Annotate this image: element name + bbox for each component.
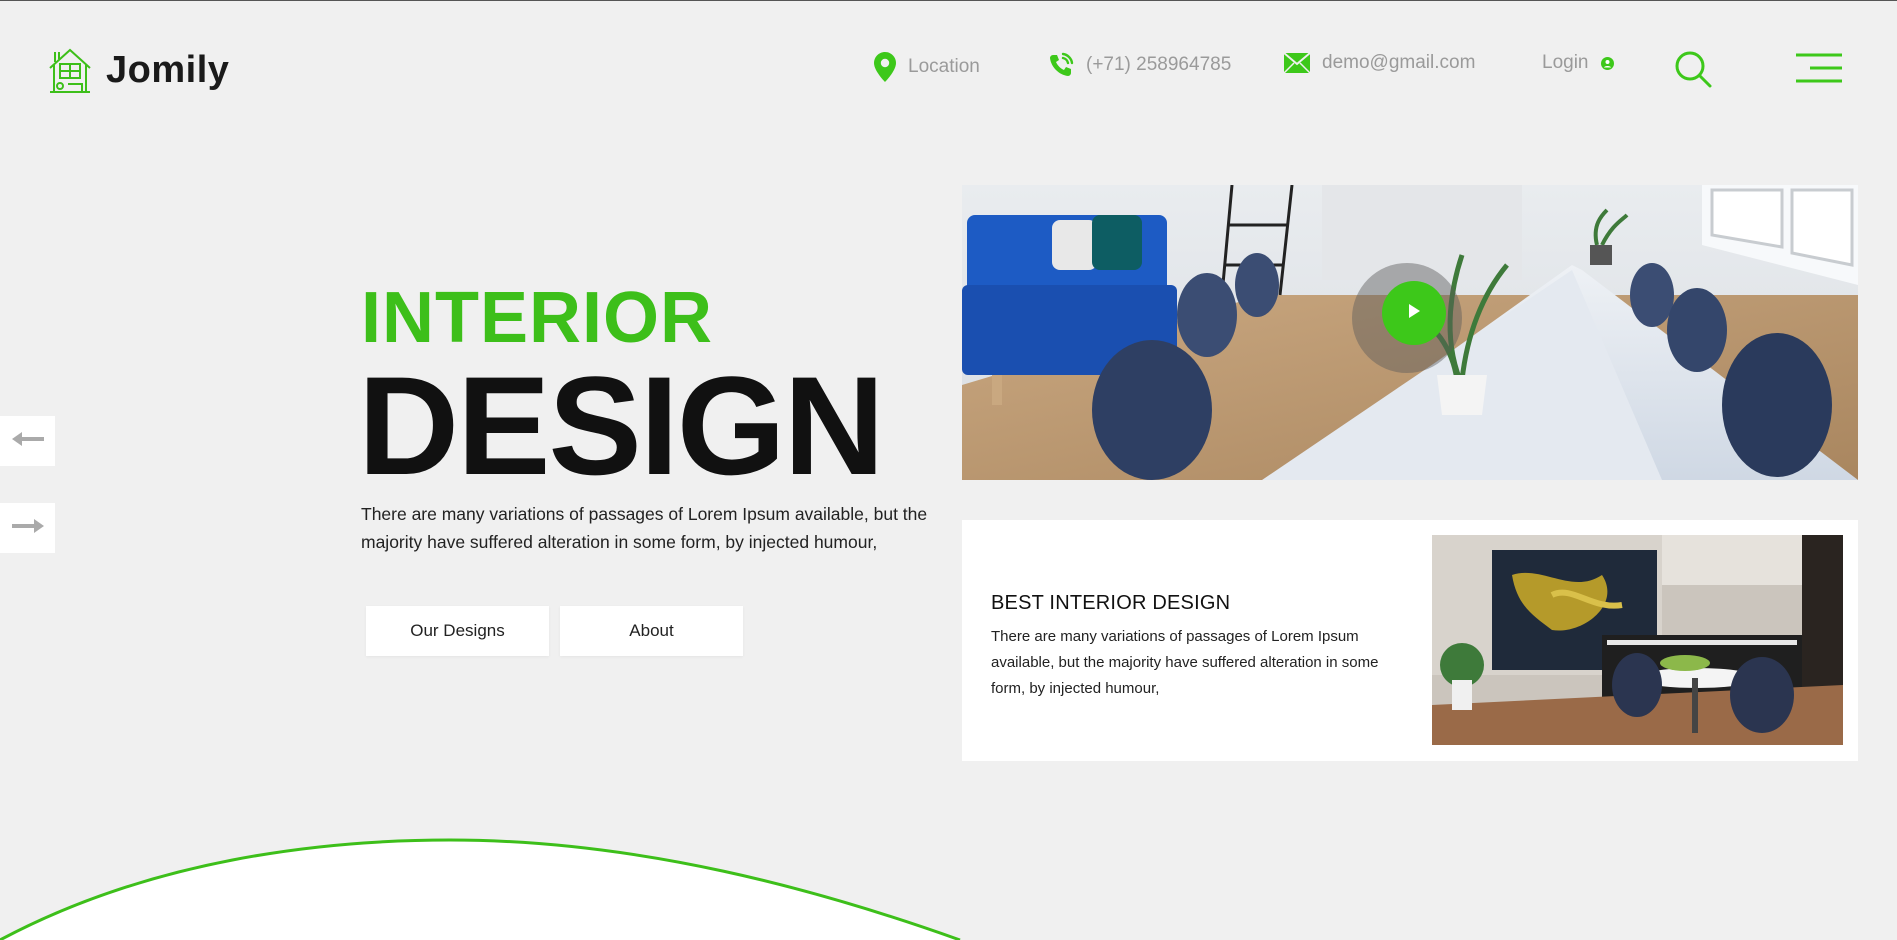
phone-label: (+71) 258964785 bbox=[1086, 54, 1232, 75]
hero-title-small: INTERIOR bbox=[361, 278, 714, 358]
prev-slide-button[interactable] bbox=[0, 416, 55, 466]
phone-link[interactable]: (+71) 258964785 bbox=[1048, 52, 1231, 78]
hero-description: There are many variations of passages of… bbox=[361, 504, 928, 552]
location-link[interactable]: Location bbox=[874, 52, 980, 82]
play-video-button[interactable] bbox=[1382, 281, 1446, 345]
next-slide-button[interactable] bbox=[0, 503, 55, 553]
search-icon bbox=[1674, 51, 1712, 92]
phone-icon bbox=[1048, 52, 1074, 78]
login-link[interactable]: Login bbox=[1542, 52, 1614, 74]
login-label: Login bbox=[1542, 52, 1589, 73]
map-pin-icon bbox=[874, 52, 896, 82]
kitchen-image bbox=[1432, 535, 1843, 745]
house-icon bbox=[46, 46, 94, 94]
arrow-left-icon bbox=[11, 431, 44, 451]
envelope-icon bbox=[1284, 53, 1310, 73]
video-card bbox=[962, 185, 1858, 480]
play-icon bbox=[1407, 303, 1421, 323]
our-designs-button[interactable]: Our Designs bbox=[366, 606, 549, 656]
email-label: demo@gmail.com bbox=[1322, 52, 1476, 73]
logo-text: Jomily bbox=[106, 48, 230, 91]
about-button[interactable]: About bbox=[560, 606, 743, 656]
hamburger-menu-icon bbox=[1796, 53, 1842, 87]
decorative-curve bbox=[0, 838, 961, 940]
arrow-right-icon bbox=[11, 518, 44, 538]
top-border bbox=[0, 0, 1897, 1]
location-label: Location bbox=[908, 56, 980, 77]
logo[interactable]: Jomily bbox=[46, 46, 229, 94]
email-link[interactable]: demo@gmail.com bbox=[1284, 52, 1475, 74]
search-button[interactable] bbox=[1674, 50, 1712, 93]
user-icon bbox=[1600, 56, 1614, 70]
feature-description: There are many variations of passages of… bbox=[991, 628, 1379, 697]
menu-button[interactable] bbox=[1796, 53, 1842, 88]
hero-title-big: DESIGN bbox=[358, 347, 885, 504]
feature-title: BEST INTERIOR DESIGN bbox=[991, 592, 1231, 614]
feature-card: BEST INTERIOR DESIGN There are many vari… bbox=[962, 520, 1858, 761]
